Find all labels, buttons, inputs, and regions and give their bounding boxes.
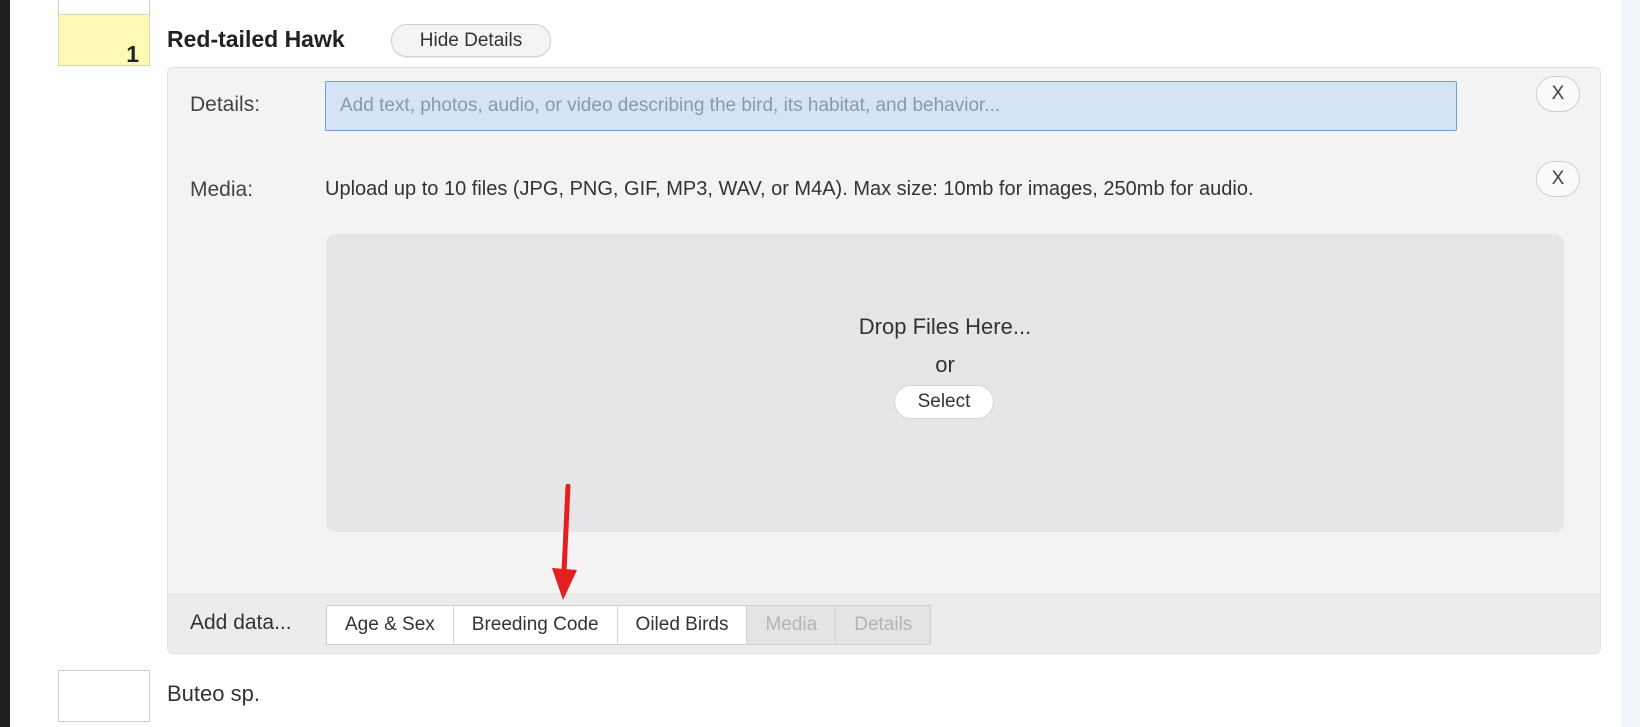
details-panel: Details: X Media: Upload up to 10 files … [167,67,1601,655]
tab-breeding-code[interactable]: Breeding Code [453,606,618,644]
next-count-input[interactable] [58,670,150,722]
count-value: 1 [126,41,139,67]
tab-details: Details [836,606,931,644]
add-data-label: Add data... [190,611,292,634]
media-label: Media: [190,178,254,201]
or-text: or [935,352,955,377]
details-label: Details: [190,93,261,116]
select-files-button[interactable]: Select [894,385,994,419]
details-input[interactable] [325,81,1457,131]
count-input[interactable]: 1 [58,14,150,67]
previous-row-count-cell [58,0,150,14]
right-sidebar-edge [1622,0,1640,727]
species-name: Red-tailed Hawk [167,26,345,52]
drop-files-text: Drop Files Here... [858,314,1032,339]
tab-oiled-birds[interactable]: Oiled Birds [617,606,748,644]
media-instructions: Upload up to 10 files (JPG, PNG, GIF, MP… [325,178,1254,200]
file-dropzone[interactable]: Drop Files Here... or Select [326,234,1564,532]
hide-details-button[interactable]: Hide Details [391,24,551,57]
tab-media: Media [747,606,837,644]
close-details-button[interactable]: X [1536,76,1580,112]
red-annotation-arrow-icon [552,484,577,600]
checklist-page: 1 Red-tailed Hawk Hide Details Details: … [10,0,1622,727]
next-species-name: Buteo sp. [167,681,260,706]
add-data-tabs: Age & Sex Breeding Code Oiled Birds Medi… [326,605,932,645]
tab-age-sex[interactable]: Age & Sex [327,606,454,644]
close-media-button[interactable]: X [1536,161,1580,197]
